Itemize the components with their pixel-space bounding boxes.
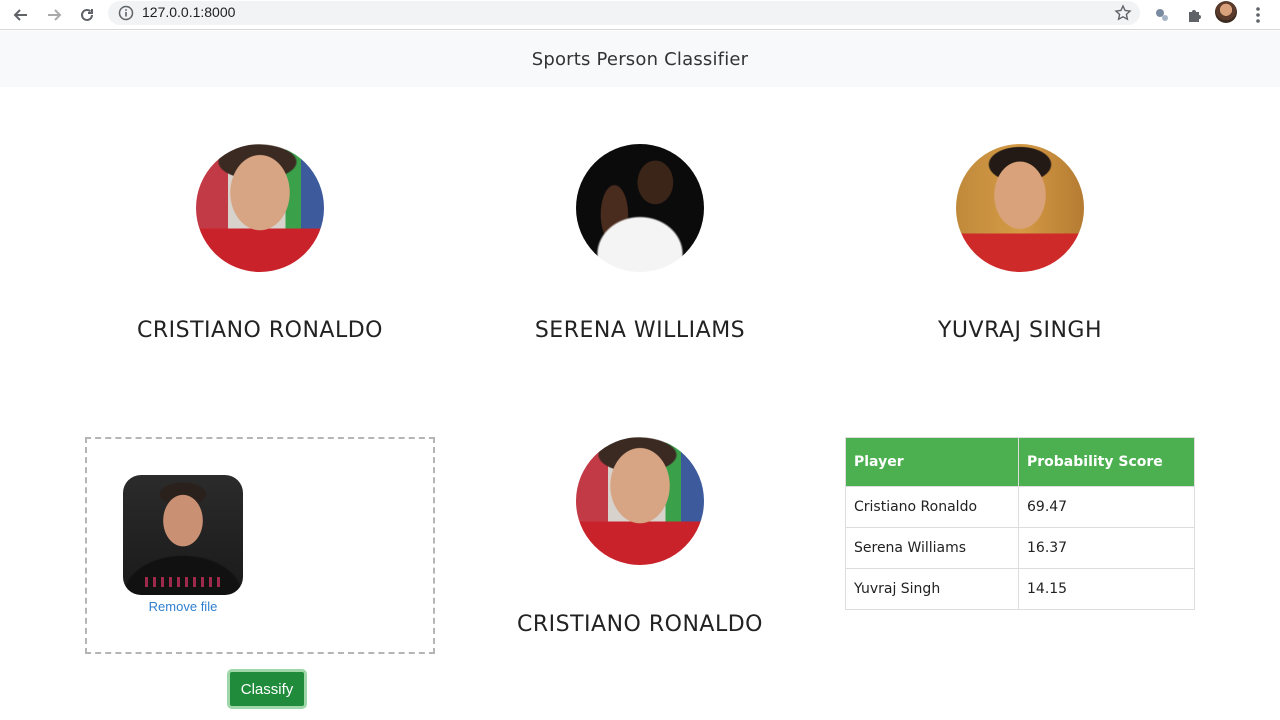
address-bar[interactable]: 127.0.0.1:8000 — [108, 1, 1140, 25]
back-icon[interactable] — [9, 3, 33, 27]
cell-score: 16.37 — [1018, 527, 1195, 569]
player-name: SERENA WILLIAMS — [534, 318, 746, 343]
table-row: Yuvraj Singh 14.15 — [845, 568, 1195, 610]
result-name: CRISTIANO RONALDO — [517, 612, 763, 637]
info-icon[interactable] — [118, 5, 134, 25]
result-card: CRISTIANO RONALDO — [450, 437, 830, 637]
jersey-pattern — [145, 577, 221, 587]
puzzle-icon[interactable] — [1182, 3, 1206, 27]
url-text: 127.0.0.1:8000 — [142, 4, 236, 20]
player-avatar — [196, 144, 324, 272]
header-probability-score: Probability Score — [1018, 437, 1195, 487]
player-card-yuvraj: YUVRAJ SINGH — [830, 144, 1210, 343]
result-avatar — [576, 437, 704, 565]
navbar: Sports Person Classifier — [0, 31, 1280, 87]
player-avatar — [576, 144, 704, 272]
profile-avatar[interactable] — [1215, 1, 1237, 23]
player-avatar — [956, 144, 1084, 272]
header-player: Player — [845, 437, 1019, 487]
probability-table: Player Probability Score Cristiano Ronal… — [845, 437, 1195, 610]
table-row: Serena Williams 16.37 — [845, 527, 1195, 569]
star-icon[interactable] — [1114, 4, 1132, 26]
cell-score: 69.47 — [1018, 486, 1195, 528]
upload-dropzone[interactable]: Remove file — [85, 437, 435, 654]
player-name: YUVRAJ SINGH — [937, 318, 1103, 343]
player-card-serena: SERENA WILLIAMS — [450, 144, 830, 343]
browser-toolbar: 127.0.0.1:8000 — [0, 0, 1280, 30]
cell-player: Cristiano Ronaldo — [845, 486, 1019, 528]
uploaded-image-thumbnail — [123, 475, 243, 595]
menu-icon[interactable] — [1246, 3, 1270, 27]
classify-button[interactable]: Classify — [227, 669, 307, 709]
reload-icon[interactable] — [75, 3, 99, 27]
navbar-title: Sports Person Classifier — [531, 48, 749, 70]
player-card-ronaldo: CRISTIANO RONALDO — [70, 144, 450, 343]
table-header-row: Player Probability Score — [845, 437, 1195, 487]
cell-score: 14.15 — [1018, 568, 1195, 610]
table-row: Cristiano Ronaldo 69.47 — [845, 486, 1195, 528]
extension-icon[interactable] — [1150, 3, 1174, 27]
forward-icon[interactable] — [42, 3, 66, 27]
cell-player: Yuvraj Singh — [845, 568, 1019, 610]
cell-player: Serena Williams — [845, 527, 1019, 569]
remove-file-link[interactable]: Remove file — [123, 599, 243, 614]
player-name: CRISTIANO RONALDO — [137, 318, 383, 343]
